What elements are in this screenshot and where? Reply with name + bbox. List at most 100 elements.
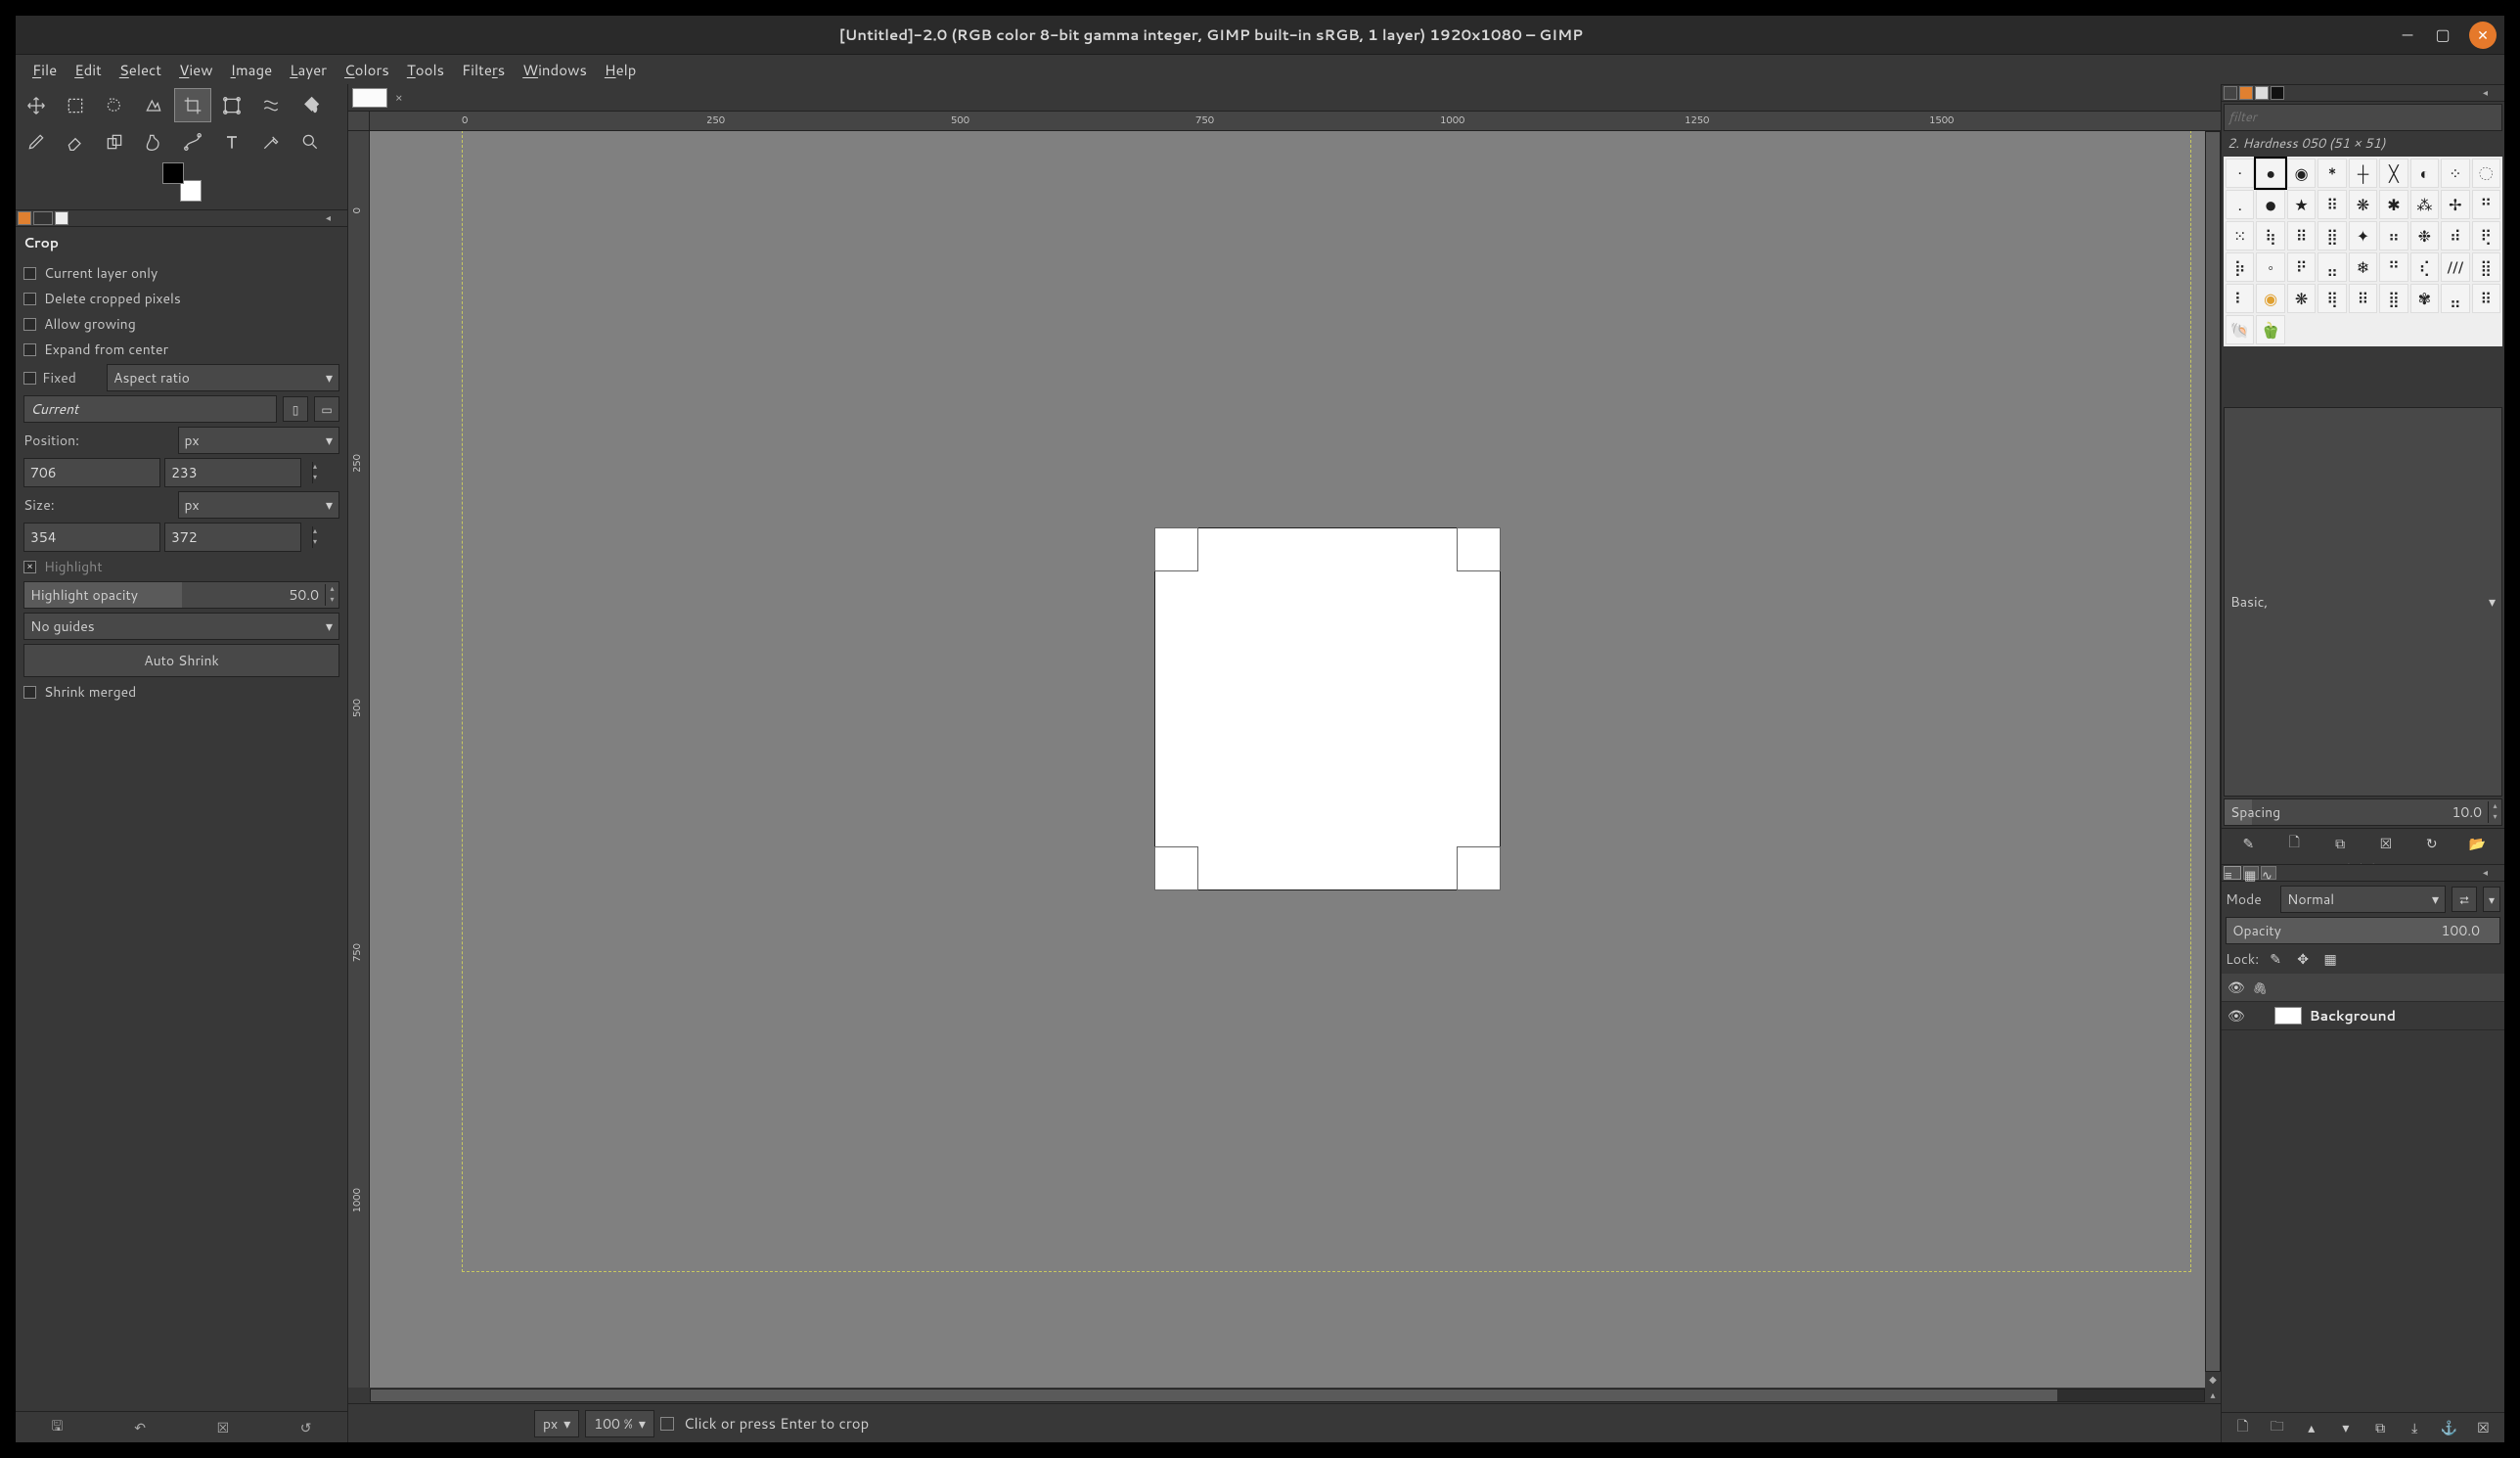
landscape-orient-button[interactable]: ▭ — [314, 396, 339, 422]
aspect-value-input[interactable]: Current — [23, 395, 277, 423]
horizontal-scrollbar[interactable] — [370, 1389, 2205, 1402]
layer-thumbnail[interactable] — [2274, 1007, 2302, 1025]
crop-handle-br[interactable] — [1457, 846, 1501, 890]
fg-color-swatch[interactable] — [162, 162, 184, 184]
size-h-input[interactable]: ▴▾ — [164, 523, 301, 552]
text-tool[interactable] — [213, 124, 250, 159]
lock-pixels-icon[interactable]: ✎ — [2265, 948, 2286, 970]
move-tool[interactable] — [18, 88, 55, 122]
menu-image[interactable]: Image — [224, 56, 280, 84]
layers-dock-menu-icon[interactable]: ◂ — [2483, 866, 2502, 880]
crop-tool[interactable] — [174, 88, 211, 122]
mode-swap-icon[interactable]: ⮂ — [2452, 887, 2477, 912]
pos-y-input[interactable]: ▴▾ — [164, 458, 301, 487]
anchor-layer-icon[interactable]: ⚓ — [2438, 1417, 2459, 1438]
brush-preset-select[interactable]: Basic,▾ — [2224, 407, 2502, 797]
highlight-checkbox[interactable]: × — [23, 561, 36, 573]
dock-menu-icon-r[interactable]: ◂ — [2483, 86, 2502, 100]
merge-down-icon[interactable]: ⤓ — [2404, 1417, 2425, 1438]
minimize-button[interactable]: — — [2399, 26, 2416, 44]
transform-tool[interactable] — [213, 88, 250, 122]
warp-tool[interactable] — [252, 88, 290, 122]
fixed-mode-select[interactable]: Aspect ratio▾ — [107, 364, 339, 391]
layer-down-icon[interactable]: ▾ — [2335, 1417, 2357, 1438]
menu-select[interactable]: Select — [112, 56, 168, 84]
fg-bg-color[interactable] — [162, 162, 202, 202]
delete-layer-icon[interactable]: ☒ — [2472, 1417, 2494, 1438]
layer-visibility-icon[interactable]: 👁 — [2228, 1006, 2245, 1025]
crop-handle-bl[interactable] — [1154, 846, 1198, 890]
eraser-tool[interactable] — [57, 124, 94, 159]
guides-select[interactable]: No guides▾ — [23, 613, 339, 640]
image-tab[interactable] — [352, 88, 387, 108]
pos-x-input[interactable]: ▴▾ — [23, 458, 160, 487]
visibility-eye-icon[interactable]: 👁 — [2228, 978, 2245, 997]
smudge-tool[interactable] — [135, 124, 172, 159]
mode-chevron-icon[interactable]: ▾ — [2483, 887, 2500, 912]
save-preset-icon[interactable]: 🖫 — [46, 1417, 68, 1438]
new-group-icon[interactable]: 🗀 — [2267, 1417, 2288, 1438]
del-brush-icon[interactable]: ☒ — [2375, 833, 2397, 854]
restore-preset-icon[interactable]: ↶ — [129, 1417, 151, 1438]
size-w-input[interactable]: ▴▾ — [23, 523, 160, 552]
link-icon[interactable]: 🖇 — [2253, 980, 2268, 996]
brush-grid[interactable]: ·●◉*┼╳◐⁘◌ .●★⠿❋✱⁂✢⠛ ⁙⢷⠿⣿✦⠶❉⠾⢟ ⡷◦⠟⣤❄⠛⢎///… — [2224, 157, 2502, 346]
quick-mask-toggle[interactable] — [660, 1417, 674, 1431]
menu-view[interactable]: View — [172, 56, 220, 84]
expand-center-checkbox[interactable] — [23, 343, 36, 356]
crop-handle-tr[interactable] — [1457, 527, 1501, 571]
highlight-opacity-slider[interactable]: Highlight opacity 50.0 ▴▾ — [23, 581, 339, 609]
mode-select[interactable]: Normal▾ — [2280, 886, 2446, 913]
brush-filter-input[interactable] — [2224, 104, 2502, 131]
zoom-tool[interactable] — [292, 124, 329, 159]
allow-growing-checkbox[interactable] — [23, 318, 36, 331]
dock-menu-icon[interactable]: ◂ — [326, 211, 345, 225]
layer-up-icon[interactable]: ▴ — [2301, 1417, 2322, 1438]
crop-selection[interactable] — [1155, 528, 1500, 889]
menu-layer[interactable]: Layer — [283, 56, 334, 84]
menu-windows[interactable]: Windows — [516, 56, 594, 84]
color-picker-tool[interactable] — [252, 124, 290, 159]
device-status-tab[interactable] — [33, 211, 53, 225]
vertical-scrollbar[interactable] — [2205, 131, 2221, 1372]
menu-edit[interactable]: Edit — [68, 56, 109, 84]
auto-shrink-button[interactable]: Auto Shrink — [23, 644, 339, 677]
status-zoom-select[interactable]: 100 %▾ — [585, 1410, 654, 1437]
channels-tab[interactable]: ▦ — [2243, 866, 2259, 880]
delete-cropped-checkbox[interactable] — [23, 293, 36, 305]
layer-opacity-slider[interactable]: Opacity 100.0 ▴▾ — [2226, 917, 2500, 944]
layer-name-label[interactable]: Background — [2310, 1006, 2396, 1025]
size-unit-select[interactable]: px▾ — [178, 491, 340, 519]
dup-brush-icon[interactable]: ⧉ — [2329, 833, 2351, 854]
canvas[interactable] — [370, 131, 2205, 1388]
menu-colors[interactable]: Colors — [338, 56, 396, 84]
crop-handle-tl[interactable] — [1154, 527, 1198, 571]
nav-icon[interactable]: ▴ — [2205, 1388, 2221, 1403]
horizontal-ruler[interactable]: 0 250 500 750 1000 1250 1500 — [370, 112, 2205, 131]
current-layer-only-checkbox[interactable] — [23, 267, 36, 280]
edit-brush-icon[interactable]: ✎ — [2237, 833, 2259, 854]
menu-filters[interactable]: Filters — [455, 56, 512, 84]
history-tab[interactable] — [2271, 86, 2284, 100]
patterns-tab[interactable] — [2239, 86, 2253, 100]
free-select-tool[interactable] — [96, 88, 133, 122]
brush-spacing-slider[interactable]: Spacing 10.0 ▴▾ — [2224, 798, 2502, 826]
vertical-ruler[interactable]: 0 250 500 750 1000 — [348, 131, 370, 1388]
dup-layer-icon[interactable]: ⧉ — [2369, 1417, 2391, 1438]
rect-select-tool[interactable] — [57, 88, 94, 122]
menu-file[interactable]: File — [25, 56, 64, 84]
clone-tool[interactable] — [96, 124, 133, 159]
bucket-tool[interactable] — [292, 88, 329, 122]
menu-tools[interactable]: Tools — [400, 56, 451, 84]
fonts-tab[interactable] — [2255, 86, 2269, 100]
new-layer-icon[interactable]: 🗋 — [2232, 1417, 2254, 1438]
open-brush-icon[interactable]: 📂 — [2467, 833, 2489, 854]
shrink-merged-checkbox[interactable] — [23, 686, 36, 699]
nav-widget-icon[interactable]: ◆ — [2205, 1372, 2221, 1388]
layers-tab[interactable]: ≡ — [2224, 866, 2241, 880]
status-unit-select[interactable]: px▾ — [534, 1410, 579, 1437]
position-unit-select[interactable]: px▾ — [178, 427, 340, 454]
lock-alpha-icon[interactable]: ▦ — [2319, 948, 2341, 970]
maximize-button[interactable]: ▢ — [2434, 26, 2452, 44]
portrait-orient-button[interactable]: ▯ — [283, 396, 308, 422]
